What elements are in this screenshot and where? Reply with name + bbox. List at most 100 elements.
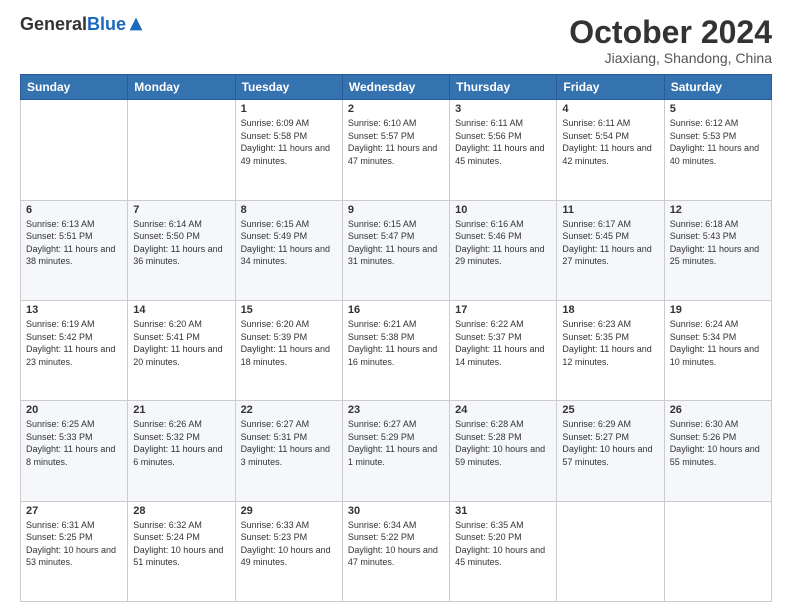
day-number: 13: [26, 304, 122, 316]
logo-blue: Blue: [87, 15, 126, 33]
calendar-cell: 30Sunrise: 6:34 AM Sunset: 5:22 PM Dayli…: [342, 501, 449, 601]
calendar-cell: 28 Sunrise: 6:32 AM Sunset: 5:24 PM Dayli…: [128, 501, 235, 601]
calendar-cell: 27 Sunrise: 6:31 AM Sunset: 5:25 PM Dayli…: [21, 501, 128, 601]
day-number: 19: [670, 304, 766, 316]
calendar-cell: 21Sunrise: 6:26 AM Sunset: 5:32 PM Dayli…: [128, 401, 235, 501]
calendar-header: SundayMondayTuesdayWednesdayThursdayFrid…: [21, 75, 772, 100]
calendar-cell: 22Sunrise: 6:27 AM Sunset: 5:31 PM Dayli…: [235, 401, 342, 501]
day-number: 25: [562, 404, 658, 416]
day-info: Sunrise: 6:26 AM Sunset: 5:32 PM Dayligh…: [133, 418, 229, 468]
logo-general: General: [20, 15, 87, 33]
calendar-week-row: 20 Sunrise: 6:25 AM Sunset: 5:33 PM Dayli…: [21, 401, 772, 501]
calendar-cell: 11 Sunrise: 6:17 AM Sunset: 5:45 PM Dayli…: [557, 200, 664, 300]
day-info: Sunrise: 6:20 AM Sunset: 5:39 PM Dayligh…: [241, 318, 337, 368]
day-info: Sunrise: 6:28 AM Sunset: 5:28 PM Dayligh…: [455, 418, 551, 468]
day-number: 23: [348, 404, 444, 416]
day-number: 29: [241, 505, 337, 517]
weekday-header-tuesday: Tuesday: [235, 75, 342, 100]
day-info: Sunrise: 6:15 AM Sunset: 5:47 PM Dayligh…: [348, 218, 444, 268]
day-info: Sunrise: 6:31 AM Sunset: 5:25 PM Dayligh…: [26, 519, 122, 569]
day-number: 26: [670, 404, 766, 416]
calendar-cell: 3 Sunrise: 6:11 AM Sunset: 5:56 PM Daylig…: [450, 100, 557, 200]
day-number: 11: [562, 204, 658, 216]
day-info: Sunrise: 6:09 AM Sunset: 5:58 PM Dayligh…: [241, 117, 337, 167]
day-number: 20: [26, 404, 122, 416]
day-info: Sunrise: 6:19 AM Sunset: 5:42 PM Dayligh…: [26, 318, 122, 368]
month-title: October 2024: [569, 15, 772, 50]
calendar-cell: 12 Sunrise: 6:18 AM Sunset: 5:43 PM Dayli…: [664, 200, 771, 300]
day-info: Sunrise: 6:24 AM Sunset: 5:34 PM Dayligh…: [670, 318, 766, 368]
calendar-cell: 4 Sunrise: 6:11 AM Sunset: 5:54 PM Daylig…: [557, 100, 664, 200]
weekday-header-friday: Friday: [557, 75, 664, 100]
calendar-cell: 10 Sunrise: 6:16 AM Sunset: 5:46 PM Dayli…: [450, 200, 557, 300]
calendar-cell: 20 Sunrise: 6:25 AM Sunset: 5:33 PM Dayli…: [21, 401, 128, 501]
day-info: Sunrise: 6:17 AM Sunset: 5:45 PM Dayligh…: [562, 218, 658, 268]
location-subtitle: Jiaxiang, Shandong, China: [569, 50, 772, 66]
calendar-cell: 9 Sunrise: 6:15 AM Sunset: 5:47 PM Daylig…: [342, 200, 449, 300]
day-info: Sunrise: 6:12 AM Sunset: 5:53 PM Dayligh…: [670, 117, 766, 167]
calendar-cell: 18 Sunrise: 6:23 AM Sunset: 5:35 PM Dayli…: [557, 300, 664, 400]
day-info: Sunrise: 6:27 AM Sunset: 5:29 PM Dayligh…: [348, 418, 444, 468]
calendar-cell: 1Sunrise: 6:09 AM Sunset: 5:58 PM Daylig…: [235, 100, 342, 200]
calendar-cell: 16 Sunrise: 6:21 AM Sunset: 5:38 PM Dayli…: [342, 300, 449, 400]
calendar-cell: 26Sunrise: 6:30 AM Sunset: 5:26 PM Dayli…: [664, 401, 771, 501]
title-block: October 2024 Jiaxiang, Shandong, China: [569, 15, 772, 66]
day-number: 5: [670, 103, 766, 115]
day-number: 9: [348, 204, 444, 216]
day-info: Sunrise: 6:29 AM Sunset: 5:27 PM Dayligh…: [562, 418, 658, 468]
day-number: 8: [241, 204, 337, 216]
day-number: 30: [348, 505, 444, 517]
calendar-cell: [128, 100, 235, 200]
day-number: 17: [455, 304, 551, 316]
logo-text: General Blue: [20, 15, 144, 33]
day-number: 24: [455, 404, 551, 416]
day-info: Sunrise: 6:32 AM Sunset: 5:24 PM Dayligh…: [133, 519, 229, 569]
weekday-header-thursday: Thursday: [450, 75, 557, 100]
day-number: 22: [241, 404, 337, 416]
day-number: 28: [133, 505, 229, 517]
day-info: Sunrise: 6:15 AM Sunset: 5:49 PM Dayligh…: [241, 218, 337, 268]
calendar-cell: 15Sunrise: 6:20 AM Sunset: 5:39 PM Dayli…: [235, 300, 342, 400]
day-info: Sunrise: 6:18 AM Sunset: 5:43 PM Dayligh…: [670, 218, 766, 268]
day-number: 6: [26, 204, 122, 216]
day-number: 7: [133, 204, 229, 216]
calendar-cell: 23 Sunrise: 6:27 AM Sunset: 5:29 PM Dayli…: [342, 401, 449, 501]
calendar-cell: [21, 100, 128, 200]
calendar-cell: 24 Sunrise: 6:28 AM Sunset: 5:28 PM Dayli…: [450, 401, 557, 501]
calendar-page: General Blue October 2024 Jiaxiang, Shan…: [0, 0, 792, 612]
day-info: Sunrise: 6:13 AM Sunset: 5:51 PM Dayligh…: [26, 218, 122, 268]
day-number: 4: [562, 103, 658, 115]
day-info: Sunrise: 6:11 AM Sunset: 5:56 PM Dayligh…: [455, 117, 551, 167]
day-number: 16: [348, 304, 444, 316]
day-info: Sunrise: 6:20 AM Sunset: 5:41 PM Dayligh…: [133, 318, 229, 368]
calendar-cell: [557, 501, 664, 601]
calendar-week-row: 6 Sunrise: 6:13 AM Sunset: 5:51 PM Daylig…: [21, 200, 772, 300]
calendar-week-row: 13 Sunrise: 6:19 AM Sunset: 5:42 PM Dayli…: [21, 300, 772, 400]
day-info: Sunrise: 6:23 AM Sunset: 5:35 PM Dayligh…: [562, 318, 658, 368]
day-info: Sunrise: 6:33 AM Sunset: 5:23 PM Dayligh…: [241, 519, 337, 569]
day-info: Sunrise: 6:16 AM Sunset: 5:46 PM Dayligh…: [455, 218, 551, 268]
calendar-table: SundayMondayTuesdayWednesdayThursdayFrid…: [20, 74, 772, 602]
weekday-header-monday: Monday: [128, 75, 235, 100]
calendar-cell: 13 Sunrise: 6:19 AM Sunset: 5:42 PM Dayli…: [21, 300, 128, 400]
day-number: 12: [670, 204, 766, 216]
calendar-cell: 31Sunrise: 6:35 AM Sunset: 5:20 PM Dayli…: [450, 501, 557, 601]
day-number: 14: [133, 304, 229, 316]
day-number: 10: [455, 204, 551, 216]
day-info: Sunrise: 6:11 AM Sunset: 5:54 PM Dayligh…: [562, 117, 658, 167]
day-info: Sunrise: 6:10 AM Sunset: 5:57 PM Dayligh…: [348, 117, 444, 167]
day-info: Sunrise: 6:25 AM Sunset: 5:33 PM Dayligh…: [26, 418, 122, 468]
weekday-header-row: SundayMondayTuesdayWednesdayThursdayFrid…: [21, 75, 772, 100]
day-info: Sunrise: 6:21 AM Sunset: 5:38 PM Dayligh…: [348, 318, 444, 368]
weekday-header-sunday: Sunday: [21, 75, 128, 100]
day-number: 18: [562, 304, 658, 316]
calendar-cell: 17 Sunrise: 6:22 AM Sunset: 5:37 PM Dayli…: [450, 300, 557, 400]
day-number: 27: [26, 505, 122, 517]
calendar-cell: 19 Sunrise: 6:24 AM Sunset: 5:34 PM Dayli…: [664, 300, 771, 400]
calendar-body: 1Sunrise: 6:09 AM Sunset: 5:58 PM Daylig…: [21, 100, 772, 602]
day-number: 3: [455, 103, 551, 115]
day-number: 2: [348, 103, 444, 115]
logo-icon: [128, 16, 144, 32]
day-info: Sunrise: 6:22 AM Sunset: 5:37 PM Dayligh…: [455, 318, 551, 368]
calendar-cell: 29 Sunrise: 6:33 AM Sunset: 5:23 PM Dayli…: [235, 501, 342, 601]
